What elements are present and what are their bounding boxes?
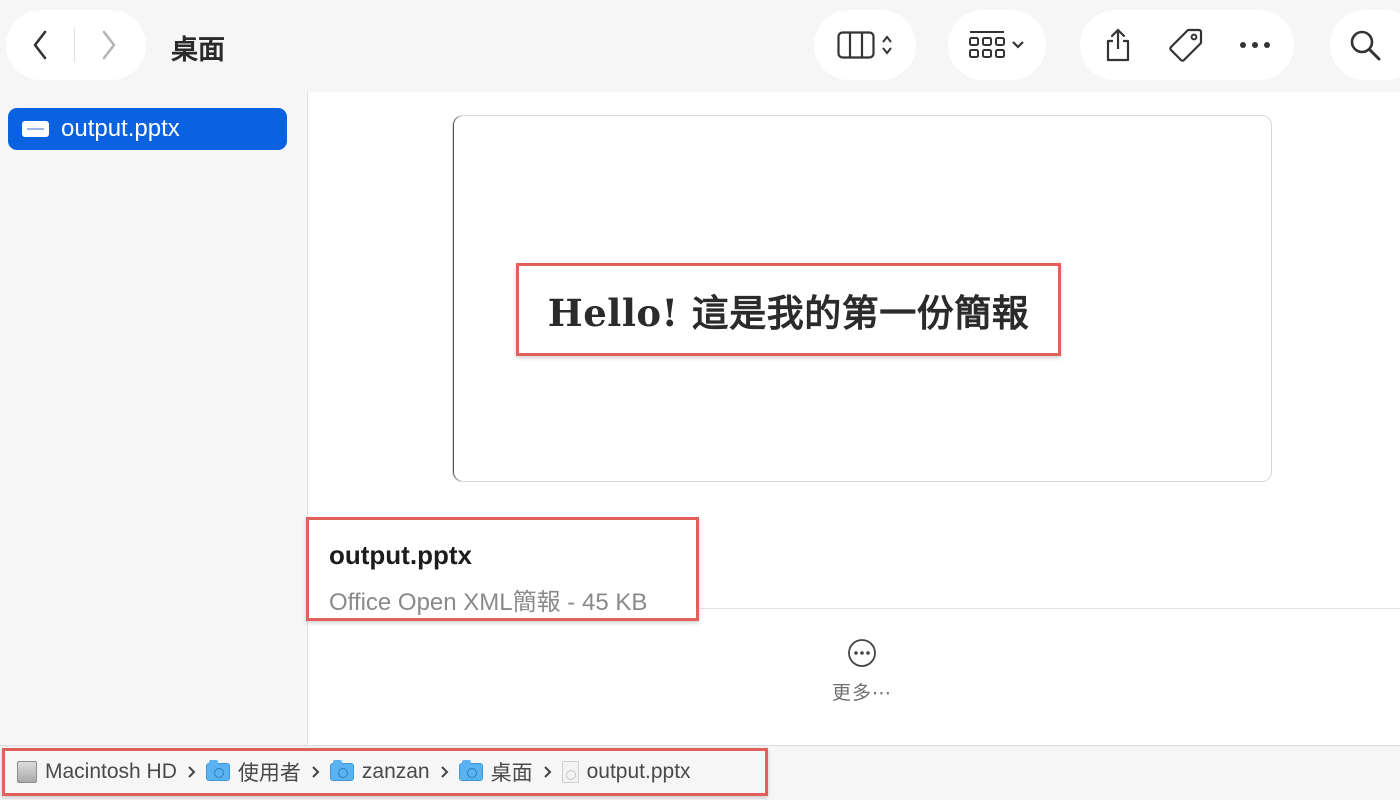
hard-drive-icon xyxy=(17,761,37,783)
home-folder-icon xyxy=(329,760,354,781)
users-folder-icon xyxy=(205,760,230,781)
up-down-chevron-icon xyxy=(881,34,893,56)
chevron-right-icon xyxy=(440,765,449,779)
path-crumb-macintosh-hd[interactable]: Macintosh HD xyxy=(17,760,177,784)
path-bar: Macintosh HD 使用者 zanzan 桌面 output.pptx xyxy=(2,748,768,796)
file-kind-size: Office Open XML簡報 - 45 KB xyxy=(329,589,648,616)
more-label: 更多⋯ xyxy=(831,683,892,704)
path-crumb-output-pptx[interactable]: output.pptx xyxy=(561,760,691,784)
more-actions-button[interactable] xyxy=(1239,41,1271,49)
presentation-file-icon xyxy=(22,121,49,137)
crumb-label: zanzan xyxy=(361,760,430,783)
chevron-right-icon xyxy=(311,765,320,779)
document-icon xyxy=(561,761,579,783)
desktop-folder-icon xyxy=(458,760,483,781)
crumb-label: 使用者 xyxy=(237,762,301,785)
tag-icon xyxy=(1168,27,1204,63)
navigation-group xyxy=(6,10,146,80)
toolbar: 桌面 xyxy=(0,0,1400,92)
crumb-label: Macintosh HD xyxy=(45,760,177,783)
file-name: output.pptx xyxy=(329,540,472,570)
more-button[interactable]: 更多⋯ xyxy=(800,638,924,718)
path-crumb-zanzan[interactable]: zanzan xyxy=(329,760,430,784)
share-icon xyxy=(1103,27,1133,63)
back-button[interactable] xyxy=(6,10,74,80)
search-icon xyxy=(1348,28,1382,62)
share-button[interactable] xyxy=(1103,27,1133,63)
view-mode-button[interactable] xyxy=(814,10,916,80)
group-grid-icon xyxy=(969,30,1005,60)
path-crumb-desktop[interactable]: 桌面 xyxy=(458,757,533,787)
path-crumb-users[interactable]: 使用者 xyxy=(205,757,301,787)
chevron-down-icon xyxy=(1011,40,1025,50)
window-title: 桌面 xyxy=(171,35,225,65)
group-by-button[interactable] xyxy=(948,10,1046,80)
info-divider xyxy=(699,608,1400,609)
more-circle-icon xyxy=(847,638,877,668)
slide-title: Hello! 這是我的第一份簡報 xyxy=(547,290,1030,335)
back-chevron-icon xyxy=(32,30,48,60)
sidebar: output.pptx xyxy=(0,92,308,745)
forward-button[interactable] xyxy=(75,10,143,80)
file-info-highlight: output.pptx Office Open XML簡報 - 45 KB xyxy=(306,517,699,621)
ellipsis-icon xyxy=(1239,41,1271,49)
crumb-label: output.pptx xyxy=(586,760,691,783)
chevron-right-icon xyxy=(543,765,552,779)
sidebar-item-output-pptx[interactable]: output.pptx xyxy=(8,108,287,150)
tag-button[interactable] xyxy=(1168,27,1204,63)
search-button[interactable] xyxy=(1330,10,1400,80)
column-view-icon xyxy=(837,31,875,59)
action-group xyxy=(1080,10,1294,80)
chevron-right-icon xyxy=(187,765,196,779)
crumb-label: 桌面 xyxy=(490,762,533,785)
slide-title-highlight: Hello! 這是我的第一份簡報 xyxy=(516,263,1061,356)
sidebar-item-label: output.pptx xyxy=(61,115,180,142)
forward-chevron-icon xyxy=(101,30,117,60)
